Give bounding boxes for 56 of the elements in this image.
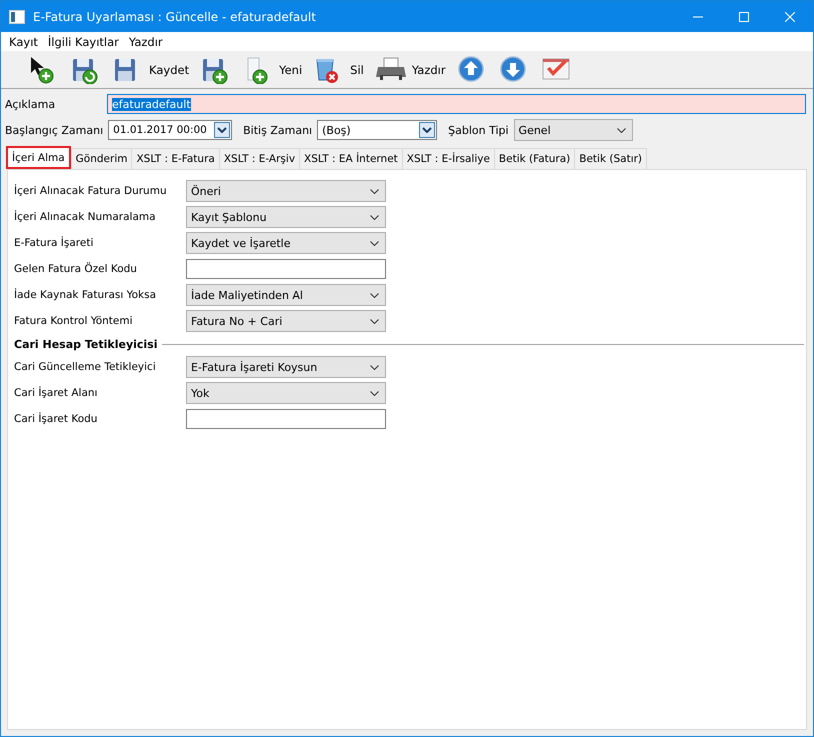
field-label: İçeri Alınacak Numaralama [14, 211, 157, 223]
chevron-down-icon [370, 390, 379, 396]
field-label: Açıklama [5, 98, 56, 110]
menu-item[interactable]: Kayıt [4, 34, 43, 48]
input-field[interactable] [186, 409, 386, 429]
field-label: Cari İşaret Kodu [14, 413, 98, 425]
dropdown[interactable]: Kaydet ve İşaretle [186, 232, 386, 254]
field-label: Cari İşaret Alanı [14, 387, 98, 399]
dropdown[interactable]: Kayıt Şablonu [186, 206, 386, 228]
dropdown[interactable]: E-Fatura İşareti Koysun [186, 356, 386, 378]
field-label: Fatura Kontrol Yöntemi [14, 315, 134, 327]
field-label: Bitiş Zamanı [243, 124, 312, 136]
field-label: Cari Güncelleme Tetikleyici [14, 361, 157, 373]
description-field[interactable]: efaturadefault [107, 94, 806, 114]
close-icon[interactable] [785, 12, 795, 22]
maximize-icon[interactable] [739, 12, 749, 22]
dropdown[interactable]: İade Maliyetinden Al [186, 284, 386, 306]
date-field[interactable]: (Boş) [317, 120, 438, 140]
window-title: E-Fatura Uyarlaması : Güncelle - efaturadefault [33, 10, 317, 24]
dropdown-button[interactable] [419, 122, 436, 138]
field-value: (Boş) [322, 124, 351, 136]
dropdown[interactable]: Öneri [186, 180, 386, 202]
toolbar-button[interactable]: Yazdır [370, 52, 452, 86]
toolbar-button[interactable]: Sil [308, 52, 370, 86]
field-label: Şablon Tipi [448, 124, 509, 136]
date-field[interactable]: 01.01.2017 00:00 [108, 120, 232, 140]
chevron-down-icon [217, 127, 228, 133]
toolbar-button[interactable]: Kaydet [107, 52, 196, 86]
field-label: Gelen Fatura Özel Kodu [14, 263, 138, 275]
dropdown-button[interactable] [214, 122, 230, 138]
field-value: efaturadefault [112, 98, 191, 110]
chevron-down-icon [370, 214, 379, 220]
input-field[interactable] [186, 259, 386, 279]
tab[interactable]: Gönderim [70, 148, 132, 169]
chevron-down-icon [370, 188, 379, 194]
toolbar-button[interactable]: Yeni [237, 52, 308, 86]
chevron-down-icon [370, 240, 379, 246]
window-icon [9, 10, 25, 24]
menu-item[interactable]: İlgili Kayıtlar [42, 34, 124, 48]
chevron-down-icon [616, 128, 626, 132]
chevron-down-icon [370, 318, 379, 324]
field-value: 01.01.2017 00:00 [113, 124, 207, 136]
dropdown[interactable]: Fatura No + Cari [186, 310, 386, 332]
field-label: E-Fatura İşareti [14, 237, 94, 249]
field-label: İçeri Alınacak Fatura Durumu [14, 185, 168, 197]
field-label: İade Kaynak Faturası Yoksa [14, 289, 158, 301]
dropdown[interactable]: Genel [514, 119, 633, 141]
section-title: Cari Hesap Tetikleyicisi [14, 338, 158, 350]
menu-item[interactable]: Yazdır [124, 34, 168, 48]
chevron-down-icon [422, 127, 432, 133]
tab[interactable]: İçeri Alma [6, 146, 71, 169]
chevron-down-icon [370, 292, 379, 298]
chevron-down-icon [370, 364, 379, 370]
tab[interactable]: Betik (Satır) [574, 148, 648, 169]
field-label: Başlangıç Zamanı [5, 124, 104, 136]
dropdown[interactable]: Yok [186, 382, 386, 404]
